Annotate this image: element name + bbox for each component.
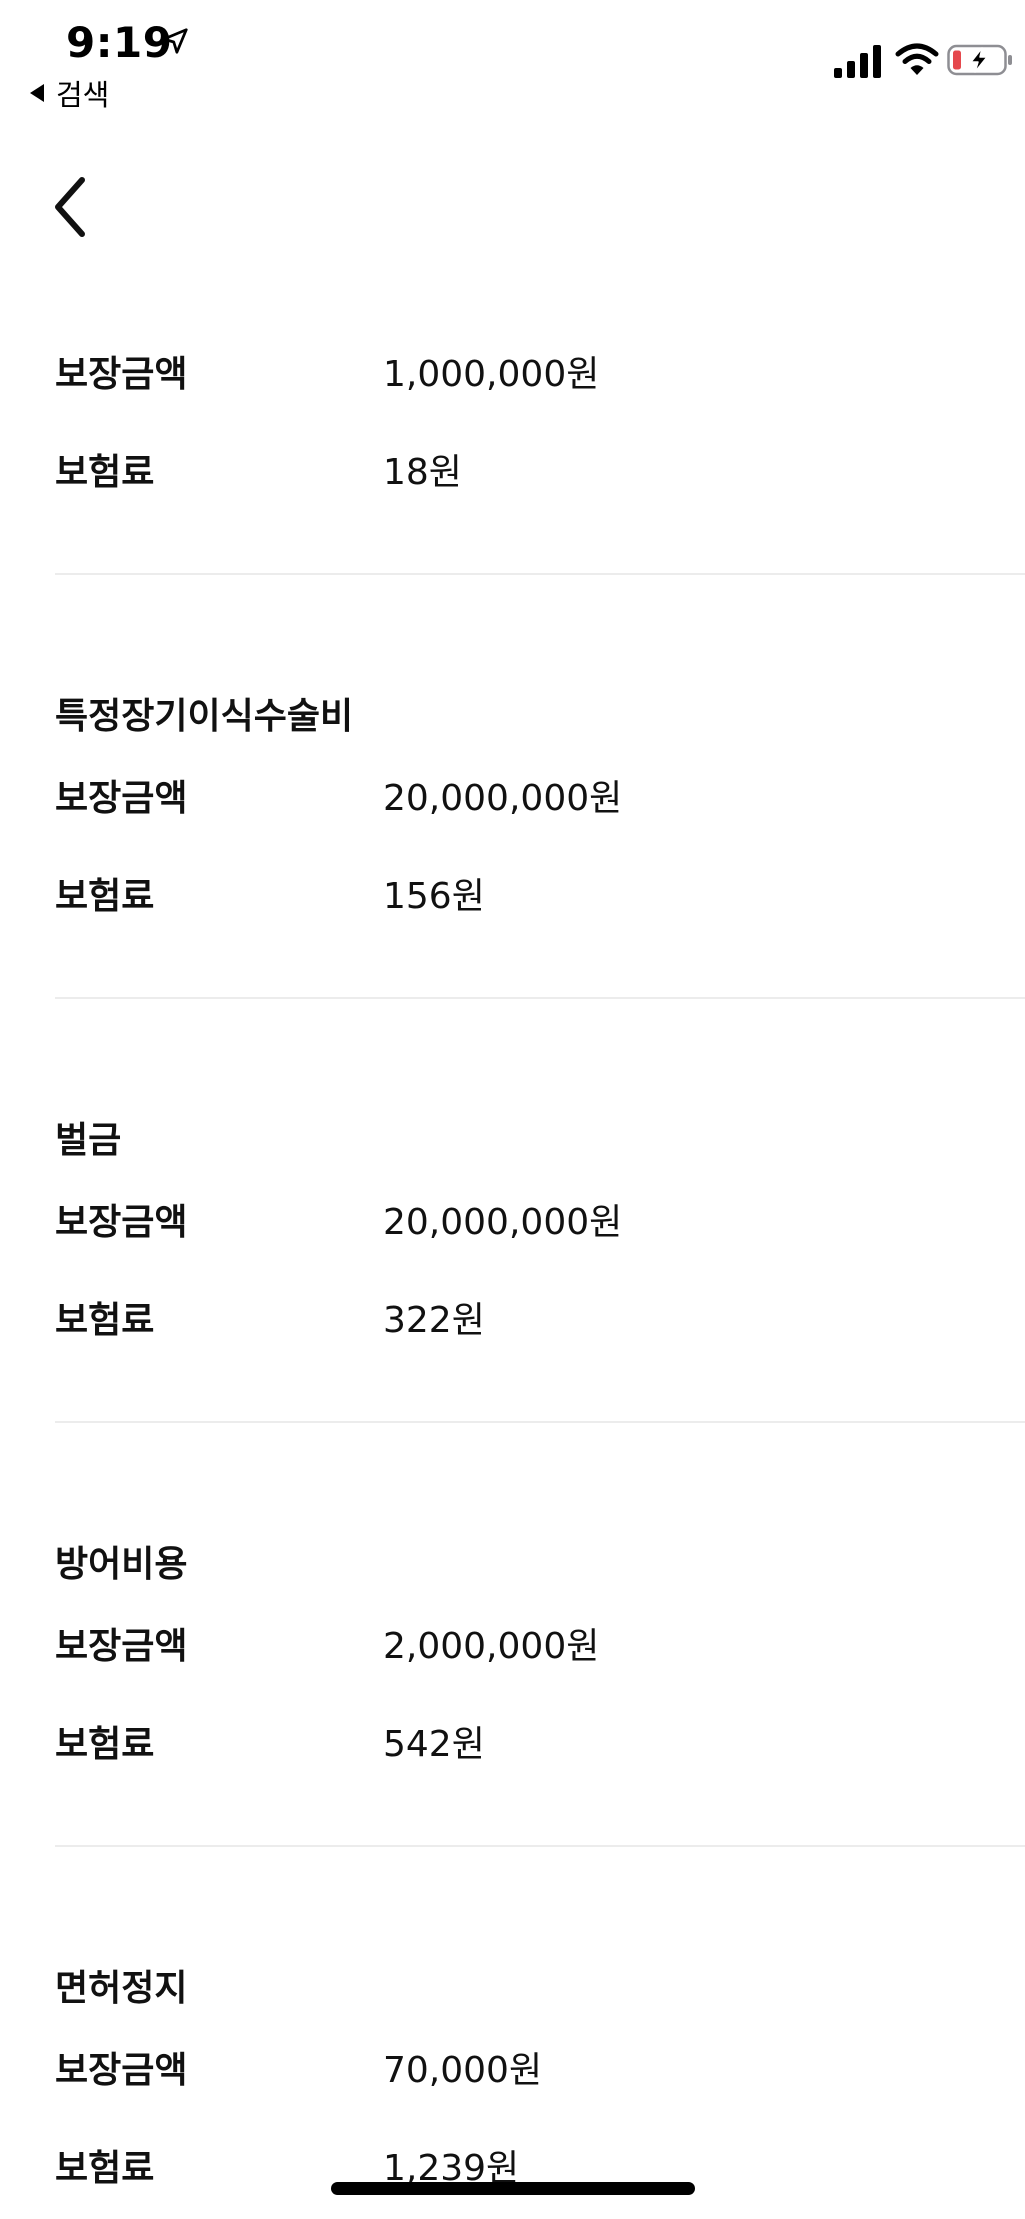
coverage-amount-value: 2,000,000원 — [383, 1626, 600, 1667]
home-indicator[interactable] — [331, 2182, 695, 2195]
coverage-amount-label: 보장금액 — [55, 778, 188, 819]
coverage-amount-value: 1,000,000원 — [383, 354, 600, 395]
coverage-amount-value: 20,000,000원 — [383, 778, 623, 819]
section-divider — [55, 1845, 1025, 1847]
battery-charging-icon — [947, 44, 1012, 76]
coverage-amount-label: 보장금액 — [55, 1202, 188, 1243]
section-divider — [55, 1421, 1025, 1423]
section-title: 면허정지 — [55, 1968, 188, 2009]
coverage-amount-value: 20,000,000원 — [383, 1202, 623, 1243]
coverage-amount-label: 보장금액 — [55, 354, 188, 395]
section-divider — [55, 573, 1025, 575]
premium-value: 156원 — [383, 876, 485, 917]
premium-label: 보험료 — [55, 1300, 155, 1341]
premium-label: 보험료 — [55, 876, 155, 917]
back-triangle-icon — [30, 84, 44, 102]
section-title: 벌금 — [55, 1120, 122, 1161]
chevron-left-icon[interactable] — [46, 172, 98, 242]
premium-value: 322원 — [383, 1300, 485, 1341]
status-indicators — [785, 40, 1025, 80]
section-title: 특정장기이식수술비 — [55, 696, 354, 737]
section-title: 방어비용 — [55, 1544, 188, 1585]
status-bar: 9:19 검색 — [0, 0, 1025, 120]
coverage-amount-label: 보장금액 — [55, 2050, 188, 2091]
premium-value: 18원 — [383, 452, 462, 493]
back-to-app-button[interactable]: 검색 — [28, 72, 109, 114]
cellular-signal-icon — [834, 45, 881, 78]
section-divider — [55, 997, 1025, 999]
premium-label: 보험료 — [55, 452, 155, 493]
coverage-amount-value: 70,000원 — [383, 2050, 543, 2091]
premium-label: 보험료 — [55, 2148, 155, 2189]
back-to-app-label: 검색 — [56, 78, 110, 112]
section-title-clipped — [55, 270, 355, 300]
wifi-icon — [895, 43, 939, 75]
premium-value: 542원 — [383, 1724, 485, 1765]
coverage-amount-label: 보장금액 — [55, 1626, 188, 1667]
coverage-list[interactable]: 보장금액 1,000,000원 보험료 18원 특정장기이식수술비 보장금액 2… — [0, 0, 1025, 2219]
screen: 보장금액 1,000,000원 보험료 18원 특정장기이식수술비 보장금액 2… — [0, 0, 1025, 2219]
status-time: 9:19 — [66, 18, 173, 67]
premium-label: 보험료 — [55, 1724, 155, 1765]
location-arrow-icon — [162, 28, 188, 54]
